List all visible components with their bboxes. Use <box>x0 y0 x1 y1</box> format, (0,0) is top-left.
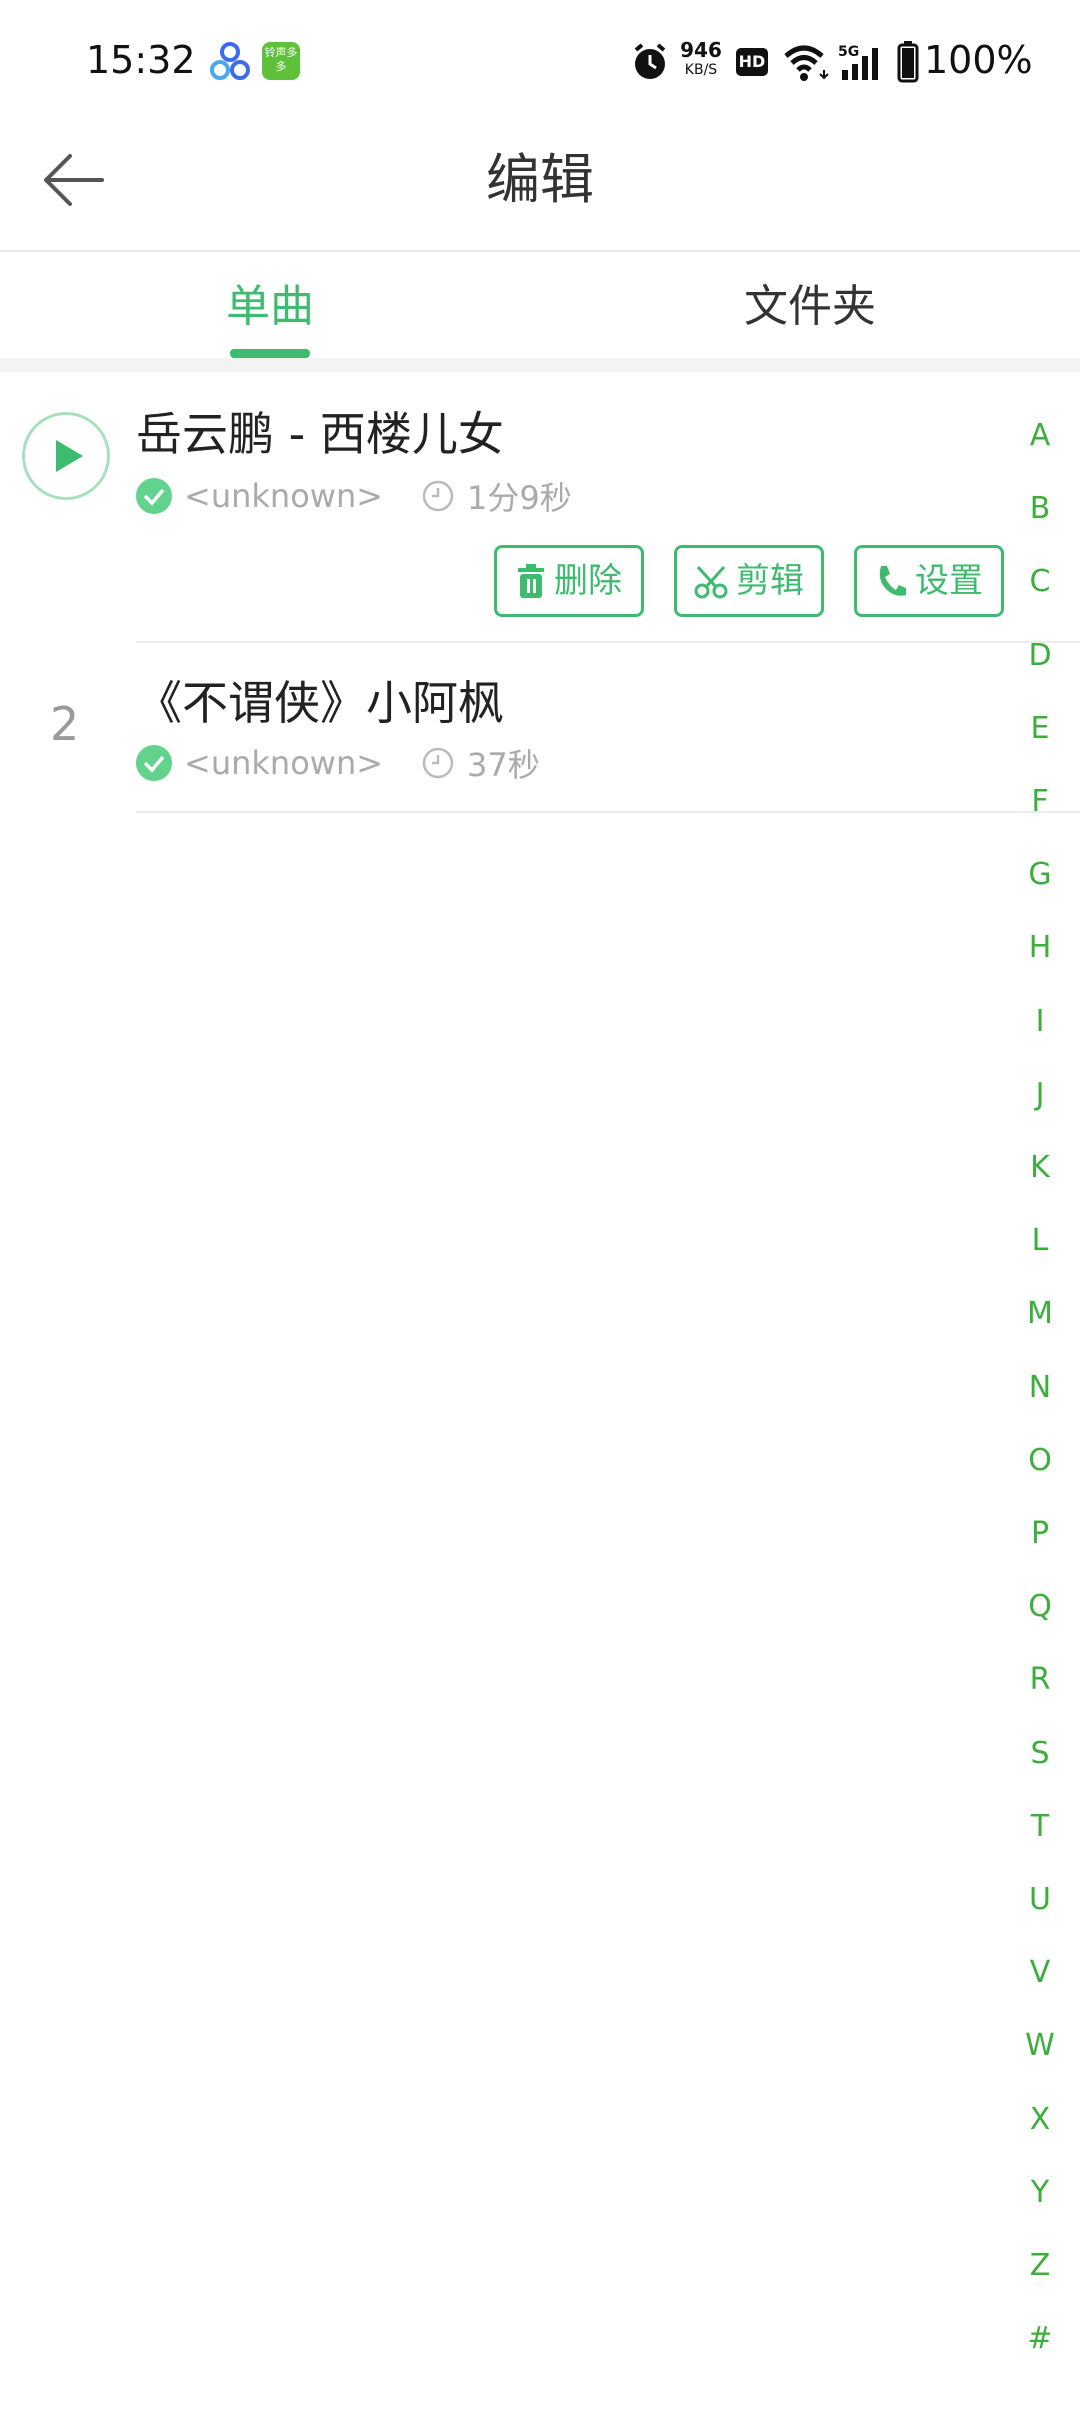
song-title: 岳云鹏 - 西楼儿女 <box>136 407 504 461</box>
index-letter[interactable]: Z <box>1020 2248 1060 2283</box>
tab-separator <box>0 358 1080 372</box>
hd-badge: HD <box>736 48 768 76</box>
index-letter[interactable]: F <box>1020 784 1060 819</box>
svg-text:5G: 5G <box>838 44 859 60</box>
delete-label: 删除 <box>554 561 622 601</box>
status-time: 15:32 <box>86 38 196 82</box>
play-button[interactable] <box>22 412 110 500</box>
tab-indicator <box>230 349 310 358</box>
wifi-icon <box>784 45 829 81</box>
index-letter[interactable]: U <box>1020 1882 1060 1917</box>
index-letter[interactable]: O <box>1020 1443 1060 1478</box>
index-letter[interactable]: R <box>1020 1662 1060 1697</box>
index-letter[interactable]: N <box>1020 1370 1060 1405</box>
index-letter[interactable]: G <box>1020 857 1060 892</box>
index-letter[interactable]: I <box>1020 1004 1060 1039</box>
alarm-icon <box>634 43 666 79</box>
index-letter[interactable]: K <box>1020 1150 1060 1185</box>
tab-single[interactable]: 单曲 <box>200 272 340 342</box>
page-title: 编辑 <box>486 148 594 211</box>
row-number: 2 <box>50 697 80 751</box>
index-letter[interactable]: S <box>1020 1736 1060 1771</box>
index-letter[interactable]: W <box>1020 2028 1060 2063</box>
header-divider <box>0 250 1080 252</box>
index-letter[interactable]: J <box>1020 1077 1060 1112</box>
index-letter[interactable]: T <box>1020 1809 1060 1844</box>
index-letter[interactable]: A <box>1020 418 1060 453</box>
app-icon-ringtone: 铃声多多 <box>262 42 300 80</box>
trash-icon <box>518 564 544 598</box>
index-letter[interactable]: # <box>1020 2321 1060 2356</box>
index-letter[interactable]: L <box>1020 1223 1060 1258</box>
index-letter[interactable]: V <box>1020 1955 1060 1990</box>
cut-label: 剪辑 <box>736 561 804 601</box>
index-letter[interactable]: H <box>1020 930 1060 965</box>
net-speed: 946 KB/S <box>678 40 724 80</box>
tab-folder[interactable]: 文件夹 <box>700 272 920 342</box>
clock-icon <box>422 480 454 512</box>
cell-signal-5g-icon: 5G <box>838 44 878 80</box>
song-title: 《不谓侠》小阿枫 <box>136 676 504 730</box>
clock-icon <box>422 747 454 779</box>
scissors-icon <box>694 565 728 599</box>
song-meta: <unknown> 37秒 <box>136 743 540 784</box>
check-icon <box>136 745 172 781</box>
cut-button[interactable]: 剪辑 <box>674 545 824 617</box>
index-letter[interactable]: C <box>1020 564 1060 599</box>
phone-icon <box>879 566 906 596</box>
net-speed-value: 946 <box>680 38 722 62</box>
app-icon-baidu <box>210 42 250 80</box>
net-speed-unit: KB/S <box>684 62 718 78</box>
song-duration: 37秒 <box>467 746 540 784</box>
status-bar: 15:32 铃声多多 946 KB/S HD 5G 100% <box>0 0 1080 125</box>
index-letter[interactable]: B <box>1020 491 1060 526</box>
song-artist: <unknown> <box>184 477 384 515</box>
song-meta: <unknown> 1分9秒 <box>136 476 572 517</box>
set-label: 设置 <box>915 561 983 601</box>
battery-percent: 100% <box>924 38 1033 82</box>
set-ringtone-button[interactable]: 设置 <box>854 545 1004 617</box>
index-letter[interactable]: E <box>1020 711 1060 746</box>
play-icon <box>56 440 83 472</box>
battery-icon <box>897 41 919 83</box>
index-letter[interactable]: D <box>1020 638 1060 673</box>
index-letter[interactable]: X <box>1020 2102 1060 2137</box>
index-letter[interactable]: Y <box>1020 2175 1060 2210</box>
delete-button[interactable]: 删除 <box>494 545 644 617</box>
check-icon <box>136 478 172 514</box>
song-duration: 1分9秒 <box>467 479 572 517</box>
index-letter[interactable]: Q <box>1020 1589 1060 1624</box>
row-divider <box>136 811 1080 813</box>
list-item[interactable]: 2 《不谓侠》小阿枫 <unknown> 37秒 <box>0 643 1010 811</box>
index-letter[interactable]: M <box>1020 1296 1060 1331</box>
song-artist: <unknown> <box>184 744 384 782</box>
index-letter[interactable]: P <box>1020 1516 1060 1551</box>
